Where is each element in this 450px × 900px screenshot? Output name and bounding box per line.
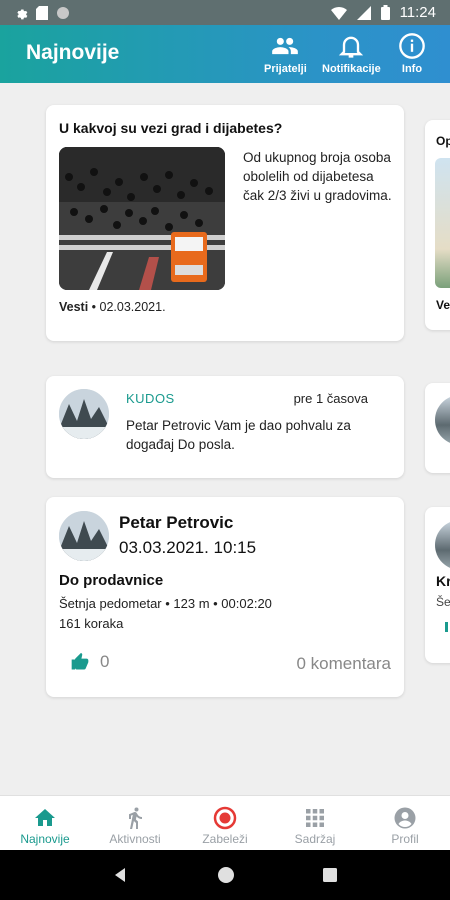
thumbs-up-icon — [71, 652, 89, 670]
sd-card-icon — [36, 5, 48, 20]
bell-icon — [339, 36, 364, 58]
nav-najnovije[interactable]: Najnovije — [0, 796, 90, 850]
nav-label: Sadržaj — [294, 832, 336, 846]
notifications-button[interactable]: Notifikacije — [322, 32, 381, 75]
profile-icon — [394, 807, 416, 829]
news-card-peek[interactable]: Op Ve — [425, 120, 450, 330]
activity-title: Do prodavnice — [59, 572, 164, 589]
kudos-time: pre 1 časova — [293, 391, 368, 406]
status-bar: 11:24 — [0, 0, 450, 25]
news-date: • 02.03.2021. — [88, 300, 166, 314]
crosswalk-image — [59, 147, 225, 290]
recents-icon[interactable] — [322, 868, 337, 882]
peek-title: Kr — [436, 573, 450, 589]
news-photo — [59, 147, 225, 290]
activity-steps: 161 koraka — [59, 616, 124, 631]
winter-landscape-image — [59, 389, 109, 439]
kudos-tag: KUDOS — [126, 391, 175, 406]
bottom-navigation: Najnovije Aktivnosti Zabeleži Sadržaj Pr… — [0, 795, 450, 850]
news-meta: Vesti • 02.03.2021. — [59, 300, 166, 314]
nav-label: Profil — [391, 832, 419, 846]
avatar — [435, 395, 450, 445]
nav-sadrzaj[interactable]: Sadržaj — [270, 796, 360, 850]
peek-meta: Ve — [436, 298, 450, 312]
avatar[interactable] — [59, 389, 109, 439]
walking-icon — [129, 807, 142, 829]
peek-title: Op — [436, 134, 450, 148]
comments-link[interactable]: 0 komentara — [297, 654, 392, 674]
feed[interactable]: U kakvoj su vezi grad i dijabetes? Od uk — [0, 83, 450, 795]
notifications-label: Notifikacije — [322, 63, 381, 75]
kudos-card-peek[interactable] — [425, 383, 450, 473]
info-icon — [399, 33, 425, 59]
activity-card-peek[interactable]: Kr Še — [425, 507, 450, 663]
wifi-icon — [330, 6, 347, 20]
peek-like-icon — [445, 622, 448, 632]
news-card[interactable]: U kakvoj su vezi grad i dijabetes? Od uk — [46, 105, 404, 341]
back-icon[interactable] — [113, 867, 129, 883]
battery-icon — [380, 5, 390, 20]
gear-icon — [17, 9, 28, 19]
record-icon — [213, 806, 237, 830]
status-time: 11:24 — [399, 4, 436, 21]
activity-card[interactable]: Petar Petrovic 03.03.2021. 10:15 Do prod… — [46, 497, 404, 697]
news-excerpt: Od ukupnog broja osoba obolelih od dijab… — [243, 150, 392, 203]
nav-zabelezi[interactable]: Zabeleži — [180, 796, 270, 850]
app-bar: Najnovije Prijatelji Notifikacije Info — [0, 25, 450, 83]
news-source: Vesti — [59, 300, 89, 314]
status-right-icons: 11:24 — [330, 4, 436, 21]
friends-label: Prijatelji — [264, 63, 307, 75]
activity-datetime: 03.03.2021. 10:15 — [119, 538, 257, 557]
winter-landscape-image — [59, 511, 109, 561]
circle-status-icon — [57, 6, 69, 19]
like-button[interactable]: 0 — [70, 652, 109, 672]
status-left-icons — [14, 5, 70, 20]
nav-label: Zabeleži — [202, 832, 248, 846]
friends-icon — [272, 37, 299, 55]
kudos-message: Petar Petrovic Vam je dao pohvalu za dog… — [126, 418, 351, 452]
info-label: Info — [401, 63, 423, 75]
system-navigation-bar — [0, 850, 450, 900]
signal-icon — [356, 5, 371, 20]
kudos-card[interactable]: KUDOS pre 1 časova Petar Petrovic Vam je… — [46, 376, 404, 478]
nav-label: Najnovije — [20, 832, 70, 846]
info-button[interactable]: Info — [398, 32, 426, 75]
like-count: 0 — [100, 652, 110, 671]
peek-meta: Še — [436, 595, 450, 609]
nav-profil[interactable]: Profil — [360, 796, 450, 850]
activity-user-name[interactable]: Petar Petrovic — [119, 513, 233, 533]
news-headline: U kakvoj su vezi grad i dijabetes? — [59, 120, 283, 136]
avatar — [435, 520, 450, 570]
nav-aktivnosti[interactable]: Aktivnosti — [90, 796, 180, 850]
nav-label: Aktivnosti — [109, 832, 161, 846]
avatar[interactable] — [59, 511, 109, 561]
friends-button[interactable]: Prijatelji — [264, 32, 307, 75]
grid-icon — [306, 809, 324, 827]
home-icon — [35, 809, 55, 826]
page-title: Najnovije — [26, 41, 120, 64]
home-circle-icon[interactable] — [216, 865, 236, 885]
peek-image — [435, 158, 450, 288]
activity-details: Šetnja pedometar • 123 m • 00:02:20 — [59, 596, 272, 611]
